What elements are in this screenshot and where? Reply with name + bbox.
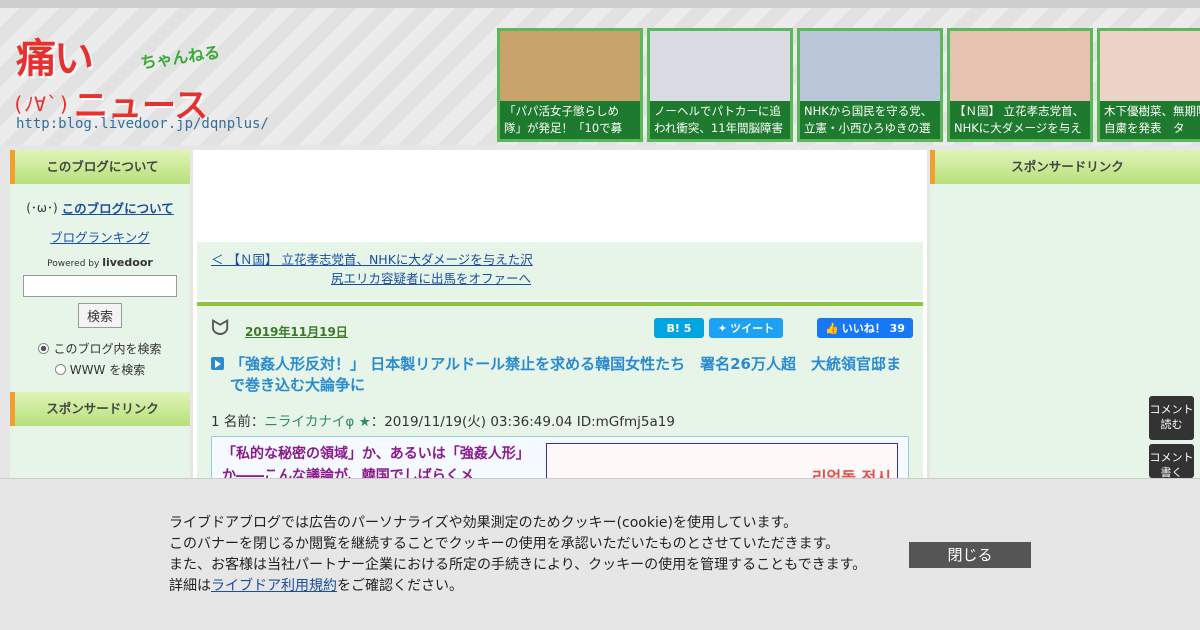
like-label: いいね！ 39 xyxy=(841,322,905,335)
thumbnail-caption: NHKから国民を守る党、立憲・小西ひろゆきの選挙区 xyxy=(800,101,940,139)
terms-link[interactable]: ライブドア利用規約 xyxy=(211,578,337,594)
tweet-label: ツイート xyxy=(730,322,775,335)
read-comments-button[interactable]: コメント読む xyxy=(1149,396,1194,440)
cookie-line2: このバナーを閉じるか閲覧を継続することでクッキーの使用を承認いただいたものとさせ… xyxy=(169,536,840,552)
thumbs-up-icon: 👍 xyxy=(825,321,839,335)
mascot-icon: ᗢ xyxy=(211,316,230,341)
about-link[interactable]: このブログについて xyxy=(62,198,174,217)
search-option-www[interactable]: WWW を検索 xyxy=(20,361,180,378)
cookie-banner: ライブドアブログでは広告のパーソナライズや効果測定のためクッキー(cookie)… xyxy=(0,478,1200,630)
radio-selected-icon[interactable] xyxy=(38,343,50,354)
site-header: 痛い ちゃんねる (ﾉ∀`) ニュース http:blog.livedoor.j… xyxy=(0,0,1200,145)
logo-main-text: 痛い xyxy=(16,36,94,82)
thumbnail-image xyxy=(650,31,790,107)
thumbnail-card[interactable]: 木下優樹菜、無期限活動自粛を発表 タ xyxy=(1097,28,1200,142)
cookie-line4: 詳細はライブドア利用規約をご確認ください。 xyxy=(169,576,866,597)
search-option-www-label: WWW を検索 xyxy=(69,363,146,377)
livedoor-powered[interactable]: Powered by livedoor xyxy=(20,256,180,269)
sponsor-header-left: スポンサードリンク xyxy=(10,392,190,426)
hatena-bookmark-button[interactable]: B! 5 xyxy=(654,318,704,338)
post-meta: 1 名前：ニライカナイφ ★：2019/11/19(火) 03:36:49.04… xyxy=(211,410,909,430)
meta-suffix: ：2019/11/19(火) 03:36:49.04 ID:mGfmj5a19 xyxy=(370,414,675,430)
about-body: (･ω･) このブログについて ブログランキング Powered by live… xyxy=(10,184,190,396)
about-link-row: (･ω･) このブログについて xyxy=(20,198,180,217)
logo-face-text: (ﾉ∀`) xyxy=(12,92,71,116)
thumbnail-image xyxy=(950,31,1090,107)
face-icon: (･ω･) xyxy=(26,201,58,215)
radio-unselected-icon[interactable] xyxy=(54,364,66,375)
thumbnail-card[interactable]: ノーヘルでパトカーに追われ衝突、11年間脳障害の息 xyxy=(647,28,793,142)
cookie-line1: ライブドアブログでは広告のパーソナライズや効果測定のためクッキー(cookie)… xyxy=(169,515,798,531)
thumbnail-image xyxy=(1100,31,1200,107)
search-input[interactable] xyxy=(23,275,177,297)
cookie-line4-prefix: 詳細は xyxy=(169,578,211,594)
thumbnail-card[interactable]: 【Ｎ国】 立花孝志党首、NHKに大ダメージを与えた xyxy=(947,28,1093,142)
prev-link-line1: ＜ 【Ｎ国】 立花孝志党首、NHKに大ダメージを与えた沢 xyxy=(211,252,533,267)
close-button[interactable]: 閉じる xyxy=(909,542,1031,568)
article-title[interactable]: 「強姦人形反対！」 日本製リアルドール禁止を求める韓国女性たち 署名26万人超 … xyxy=(230,354,909,396)
article: ᗢ 2019年11月19日 B! 5 ✦ ツイート 👍 いいね！ 39 「強姦人… xyxy=(197,302,923,496)
search-button[interactable]: 検索 xyxy=(77,303,122,328)
about-header: このブログについて xyxy=(10,150,190,184)
logo-sub-text: ちゃんねる xyxy=(139,42,222,73)
play-icon xyxy=(211,357,224,370)
ad-space xyxy=(193,150,927,242)
write-comments-button[interactable]: コメント書く xyxy=(1149,444,1194,479)
thumbnail-image xyxy=(500,31,640,107)
thumbnail-card[interactable]: 「パパ活女子懲らしめ隊」が発足！「10で募集」と書 xyxy=(497,28,643,142)
cookie-line4-suffix: をご確認ください。 xyxy=(337,578,463,594)
ranking-link[interactable]: ブログランキング xyxy=(20,227,180,246)
cookie-line3: また、お客様は当社パートナー企業における所定の手続きにより、クッキーの使用を管理… xyxy=(169,557,867,573)
logo-url: http:blog.livedoor.jp/dqnplus/ xyxy=(16,116,269,132)
article-date[interactable]: 2019年11月19日 xyxy=(245,323,348,340)
facebook-like-button[interactable]: 👍 いいね！ 39 xyxy=(817,318,913,338)
tweet-button[interactable]: ✦ ツイート xyxy=(709,318,783,338)
search-option-blog-label: このブログ内を検索 xyxy=(53,342,162,356)
livedoor-logo: livedoor xyxy=(102,256,153,269)
thumbnail-caption: 「パパ活女子懲らしめ隊」が発足！「10で募集」と書 xyxy=(500,101,640,139)
search-option-blog[interactable]: このブログ内を検索 xyxy=(20,340,180,357)
thumbnail-image xyxy=(800,31,940,107)
prev-link-line2: 尻エリカ容疑者に出馬をオファーへ xyxy=(331,271,532,286)
left-sidebar: このブログについて (･ω･) このブログについて ブログランキング Power… xyxy=(10,150,190,490)
thumbnail-caption: 木下優樹菜、無期限活動自粛を発表 タ xyxy=(1100,101,1200,139)
thumbnail-caption: 【Ｎ国】 立花孝志党首、NHKに大ダメージを与えた xyxy=(950,101,1090,139)
sponsor-header-right: スポンサードリンク xyxy=(930,150,1200,184)
thumbnail-card[interactable]: NHKから国民を守る党、立憲・小西ひろゆきの選挙区 xyxy=(797,28,943,142)
thumbnail-caption: ノーヘルでパトカーに追われ衝突、11年間脳障害の息 xyxy=(650,101,790,139)
twitter-bird-icon: ✦ xyxy=(717,321,728,335)
poster-name: ニライカナイφ ★ xyxy=(264,414,371,430)
main-content: ＜ 【Ｎ国】 立花孝志党首、NHKに大ダメージを与えた沢 尻エリカ容疑者に出馬を… xyxy=(193,150,927,496)
powered-by-text: Powered by xyxy=(47,259,100,269)
related-thumbnails: 「パパ活女子懲らしめ隊」が発足！「10で募集」と書 ノーヘルでパトカーに追われ衝… xyxy=(497,28,1200,142)
title-row: 「強姦人形反対！」 日本製リアルドール禁止を求める韓国女性たち 署名26万人超 … xyxy=(211,354,909,396)
prev-article-link[interactable]: ＜ 【Ｎ国】 立花孝志党首、NHKに大ダメージを与えた沢 尻エリカ容疑者に出馬を… xyxy=(197,242,923,300)
date-row: ᗢ 2019年11月19日 xyxy=(211,316,909,346)
meta-prefix: 1 名前： xyxy=(211,414,265,430)
site-logo[interactable]: 痛い ちゃんねる (ﾉ∀`) ニュース http:blog.livedoor.j… xyxy=(10,26,269,141)
cookie-text: ライブドアブログでは広告のパーソナライズや効果測定のためクッキー(cookie)… xyxy=(169,513,866,597)
